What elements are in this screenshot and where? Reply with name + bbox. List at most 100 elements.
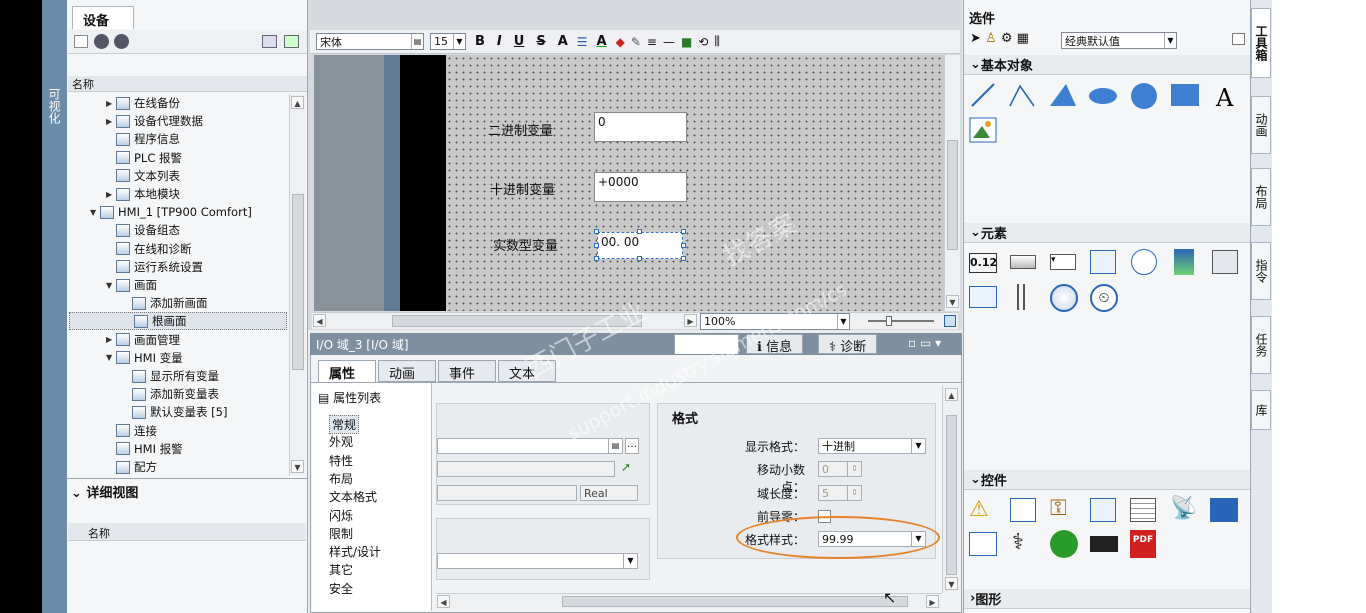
- io-field-real[interactable]: 00. 00: [597, 232, 683, 259]
- field-length-stepper[interactable]: 5 ⇕: [818, 485, 862, 501]
- distribute-icon[interactable]: ⫼: [714, 34, 720, 49]
- line-color-icon[interactable]: ✎: [631, 35, 641, 49]
- tree-item[interactable]: 运行系统设置: [106, 258, 203, 276]
- media-player-icon[interactable]: [1050, 530, 1078, 558]
- expand-arrow-icon[interactable]: ▶: [106, 99, 116, 108]
- chevron-down-icon[interactable]: ⌄: [71, 486, 86, 501]
- tab-layout[interactable]: 布局: [1251, 168, 1271, 226]
- window-controls-icon[interactable]: ▫ ▭ ▾: [908, 336, 941, 350]
- tree-item[interactable]: 在线和诊断: [106, 240, 192, 258]
- text-tool-icon[interactable]: A: [1215, 84, 1234, 112]
- user-icon[interactable]: ♙: [985, 31, 997, 46]
- tab-animations[interactable]: 动画: [1251, 96, 1271, 154]
- collapse-arrow-icon[interactable]: ▼: [90, 208, 100, 217]
- scroll-thumb[interactable]: [947, 140, 958, 250]
- io-field-decimal[interactable]: +0000: [594, 172, 687, 202]
- ellipse-tool-icon[interactable]: [1089, 88, 1117, 104]
- canvas-vscroll[interactable]: ▼: [944, 55, 960, 311]
- selection-handle[interactable]: [637, 256, 642, 261]
- scroll-right-icon[interactable]: ▶: [926, 595, 939, 608]
- property-list-item[interactable]: 常规: [329, 415, 360, 434]
- graphics-header[interactable]: › 图形: [964, 589, 1250, 609]
- inspector-vscroll[interactable]: ▲ ▼: [942, 385, 960, 593]
- line-width-icon[interactable]: —: [663, 35, 675, 49]
- scroll-up-icon[interactable]: ▲: [291, 96, 304, 109]
- collapse-arrow-icon[interactable]: ▼: [106, 353, 116, 362]
- layer-icon[interactable]: ■: [681, 35, 692, 49]
- tree-item[interactable]: PLC 报警: [106, 149, 182, 167]
- property-list-item[interactable]: 特性: [329, 452, 353, 469]
- decimal-point-stepper[interactable]: 0 ⇕: [818, 461, 862, 477]
- circle-tool-icon[interactable]: [1131, 83, 1157, 109]
- property-list-item[interactable]: 限制: [329, 525, 353, 542]
- mode-select[interactable]: ▼: [437, 553, 638, 569]
- selection-handle[interactable]: [637, 229, 642, 234]
- property-list-item[interactable]: 样式/设计: [329, 543, 381, 560]
- visualization-side-strip[interactable]: 可视化: [42, 0, 67, 613]
- tree-item[interactable]: ▼ HMI 变量: [106, 349, 183, 367]
- recipe-view-icon[interactable]: [1130, 498, 1156, 522]
- slider-tool-icon[interactable]: [1017, 284, 1025, 310]
- property-list-item[interactable]: 闪烁: [329, 507, 353, 524]
- expand-arrow-icon[interactable]: ▶: [106, 117, 116, 126]
- line-style-icon[interactable]: ≡: [647, 35, 657, 49]
- chevron-down-icon[interactable]: ▼: [911, 439, 925, 453]
- system-diagnostics-icon[interactable]: [1210, 498, 1238, 522]
- button-tool-icon[interactable]: [1010, 255, 1036, 269]
- tab-text[interactable]: 文本: [498, 360, 556, 382]
- pointer-icon[interactable]: ➤: [970, 31, 981, 46]
- graphic-io-tool-icon[interactable]: [1090, 250, 1116, 274]
- clock-tool-icon[interactable]: ⏲: [1090, 284, 1118, 312]
- panel-toggle-icon[interactable]: [1232, 33, 1245, 45]
- switch-tool-icon[interactable]: [1212, 250, 1238, 274]
- polyline-tool-icon[interactable]: [1009, 84, 1035, 107]
- zoom-select[interactable]: 100% ▼: [700, 313, 850, 330]
- selection-handle[interactable]: [594, 243, 599, 248]
- property-list-item[interactable]: 布局: [329, 470, 353, 487]
- scroll-right-icon[interactable]: ▶: [684, 314, 697, 327]
- goto-arrow-icon[interactable]: ➚: [621, 460, 631, 474]
- zoom-slider-handle[interactable]: [886, 316, 892, 326]
- tree-item[interactable]: ▶ 本地模块: [106, 185, 180, 203]
- tree-item[interactable]: ▶ 画面管理: [106, 331, 180, 349]
- camera-view-icon[interactable]: [1090, 536, 1118, 552]
- selection-handle[interactable]: [681, 256, 686, 261]
- tab-libraries[interactable]: 库: [1251, 390, 1271, 430]
- tree-item[interactable]: 默认变量表 [5]: [122, 403, 227, 421]
- html-browser-icon[interactable]: [1090, 498, 1116, 522]
- tab-animation[interactable]: 动画: [378, 360, 436, 382]
- strikethrough-button[interactable]: S: [533, 34, 548, 49]
- new-item-icon[interactable]: [74, 35, 88, 48]
- rotate-icon[interactable]: ⟲: [698, 35, 708, 49]
- bold-button[interactable]: B: [472, 34, 488, 49]
- stepper-icon[interactable]: ⇕: [847, 486, 861, 500]
- scroll-thumb[interactable]: [562, 596, 908, 607]
- selection-handle[interactable]: [681, 243, 686, 248]
- rectangle-tool-icon[interactable]: [1171, 84, 1199, 106]
- property-list-item[interactable]: 其它: [329, 561, 353, 578]
- tree-item[interactable]: 显示所有变量: [122, 367, 219, 385]
- sm-view-icon[interactable]: 📡: [1170, 496, 1197, 521]
- elements-header[interactable]: ⌄ 元素: [964, 223, 1250, 243]
- back-icon[interactable]: [94, 34, 109, 49]
- tree-item[interactable]: 设备组态: [106, 221, 180, 239]
- tree-item[interactable]: 程序信息: [106, 130, 180, 148]
- basic-objects-header[interactable]: ⌄ 基本对象: [964, 55, 1250, 75]
- pdf-view-icon[interactable]: PDF: [1130, 530, 1156, 558]
- tab-info[interactable]: ℹ 信息: [746, 334, 804, 355]
- style-select[interactable]: 经典默认值 ▼: [1061, 32, 1177, 49]
- stepper-icon[interactable]: ⇕: [847, 462, 861, 476]
- display-format-select[interactable]: 十进制 ▼: [818, 438, 926, 454]
- tab-events[interactable]: 事件: [438, 360, 496, 382]
- selection-handle[interactable]: [594, 229, 599, 234]
- font-color-button[interactable]: A: [594, 34, 610, 49]
- tab-toolbox[interactable]: 工具箱: [1251, 8, 1271, 78]
- gauge-tool-icon[interactable]: [1050, 284, 1078, 312]
- selection-handle[interactable]: [594, 256, 599, 261]
- property-list-item[interactable]: 安全: [329, 580, 353, 597]
- font-family-select[interactable]: 宋体 ▤: [316, 33, 424, 50]
- zoom-slider[interactable]: [868, 320, 934, 322]
- scroll-thumb[interactable]: [292, 194, 304, 370]
- tree-item[interactable]: 添加新画面: [122, 294, 208, 312]
- scroll-left-icon[interactable]: ◀: [437, 595, 450, 608]
